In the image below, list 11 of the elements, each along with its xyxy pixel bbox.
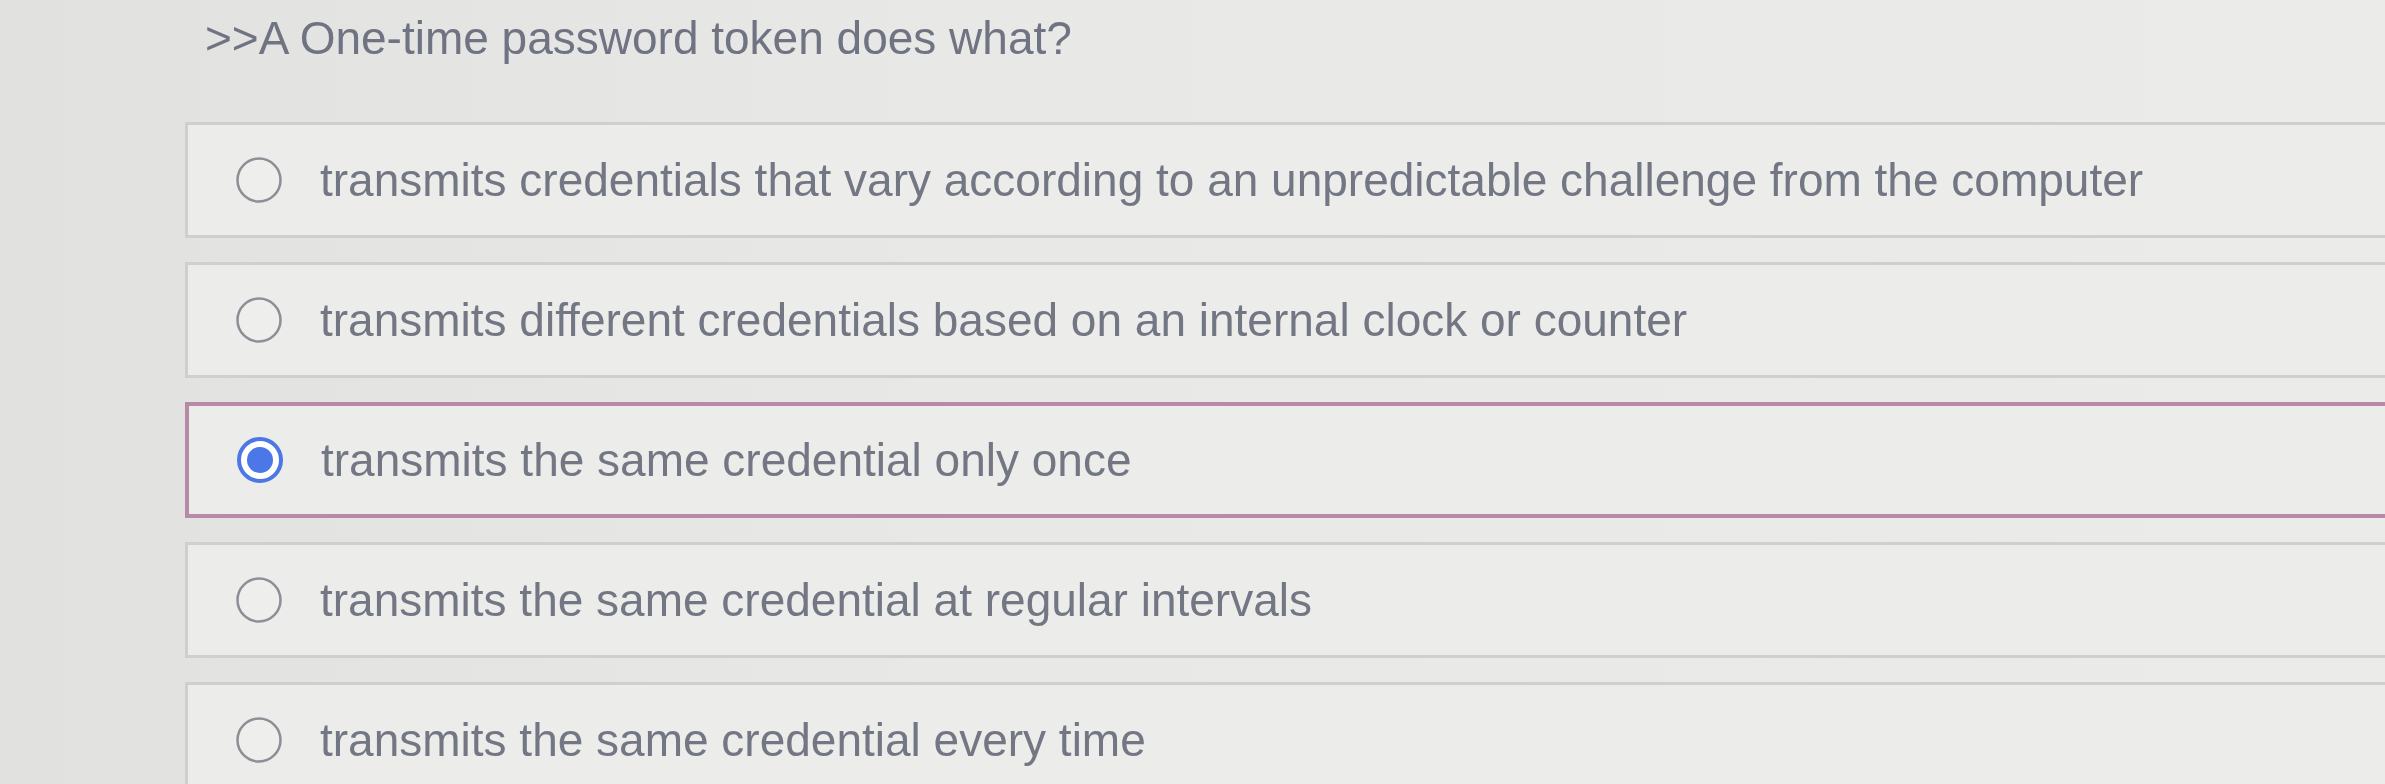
question-text: >>A One-time password token does what? bbox=[205, 12, 1072, 64]
answer-option[interactable]: transmits different credentials based on an internal clock or counter bbox=[185, 262, 2385, 378]
radio-icon[interactable] bbox=[237, 437, 283, 483]
answer-option[interactable]: transmits the same credential every time bbox=[185, 682, 2385, 784]
radio-icon[interactable] bbox=[236, 297, 282, 343]
answer-option[interactable]: transmits the same credential only once bbox=[185, 402, 2385, 518]
radio-icon[interactable] bbox=[236, 577, 282, 623]
radio-icon[interactable] bbox=[236, 157, 282, 203]
answer-option[interactable]: transmits credentials that vary according to an unpredictable challenge from the computer bbox=[185, 122, 2385, 238]
answer-option[interactable]: transmits the same credential at regular intervals bbox=[185, 542, 2385, 658]
radio-icon[interactable] bbox=[236, 717, 282, 763]
